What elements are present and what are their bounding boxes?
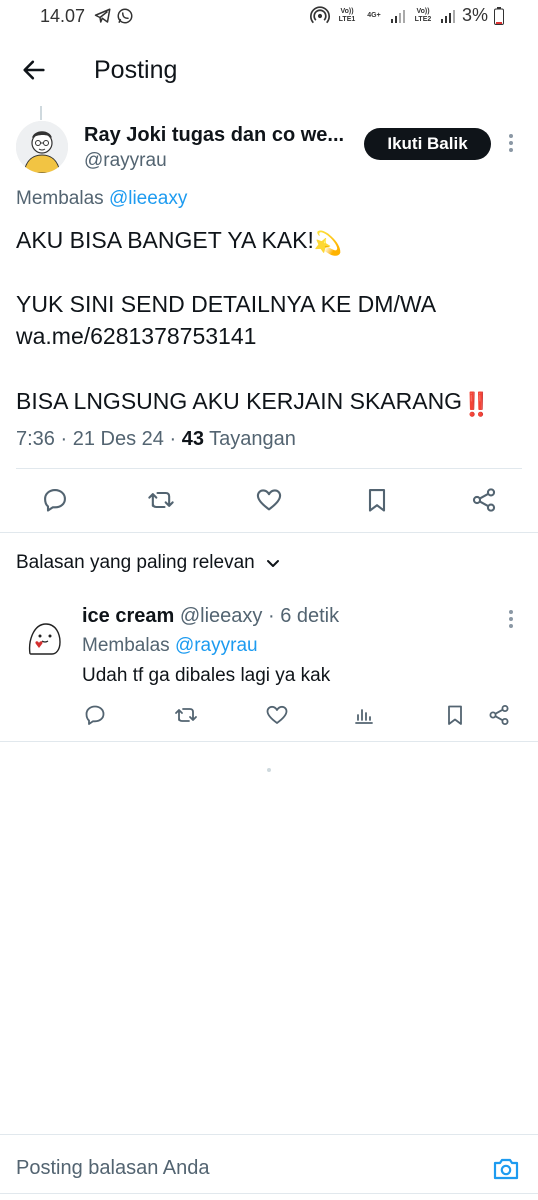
like-button[interactable] — [265, 703, 289, 727]
author-avatar-illustration — [16, 121, 68, 173]
chevron-down-icon — [266, 560, 279, 567]
reply-icon — [44, 489, 66, 512]
hotspot-icon — [310, 5, 330, 23]
avatar[interactable] — [16, 121, 68, 173]
double-exclamation-emoji-icon: ‼️ — [462, 391, 491, 417]
views-button[interactable] — [352, 703, 376, 727]
more-vertical-icon — [509, 610, 513, 628]
reply-avatar-illustration — [22, 614, 68, 660]
like-icon — [266, 705, 288, 724]
share-icon — [489, 705, 509, 725]
signal-icon — [390, 9, 405, 23]
repost-button[interactable] — [147, 486, 175, 514]
reply-compose-input[interactable]: Posting balasan Anda — [16, 1157, 210, 1180]
repost-button[interactable] — [174, 703, 198, 727]
top-app-bar: Posting — [0, 34, 538, 106]
like-icon — [256, 489, 282, 511]
more-options-button[interactable] — [502, 130, 520, 156]
divider — [0, 532, 538, 533]
bookmark-button[interactable] — [363, 486, 391, 514]
post-action-bar — [0, 486, 538, 516]
reply-icon — [85, 705, 105, 725]
author-handle[interactable]: @rayyrau — [84, 150, 167, 172]
replying-to-handle-link[interactable]: @rayyrau — [175, 635, 258, 656]
meta-separator: · — [169, 428, 177, 450]
page-title: Posting — [94, 56, 178, 84]
post-text: BISA LNGSUNG AKU KERJAIN SKARANG — [16, 388, 463, 414]
bookmark-icon — [448, 705, 462, 725]
telegram-icon — [94, 8, 111, 23]
post-meta: 7:36 · 21 Des 24 · 43 Tayangan — [16, 428, 296, 451]
status-bar: 14.07 Vo)) LTE1 4G+ Vo)) LTE2 3% — [0, 0, 538, 34]
replying-to-handle-link[interactable]: @lieeaxy — [109, 188, 187, 209]
follow-back-button[interactable]: Ikuti Balik — [364, 128, 491, 160]
reply-button[interactable] — [83, 703, 107, 727]
dizzy-emoji-icon: 💫 — [313, 230, 343, 256]
reply-replying-to: Membalas @rayyrau — [82, 635, 258, 657]
share-icon — [472, 488, 496, 512]
net-label-sim1: Vo)) LTE1 — [338, 7, 356, 23]
loading-indicator — [267, 768, 271, 772]
arrow-left-icon — [23, 60, 45, 80]
post-text: AKU BISA BANGET YA KAK! — [16, 227, 314, 253]
reply-more-options-button[interactable] — [502, 607, 520, 631]
whatsapp-icon — [117, 8, 133, 24]
reply-button[interactable] — [41, 486, 69, 514]
reply-time: · 6 detik — [267, 605, 340, 627]
battery-percent: 3% — [461, 5, 488, 25]
bookmark-icon — [368, 489, 386, 512]
post-date[interactable]: 21 Des 24 — [73, 428, 164, 450]
analytics-icon — [355, 709, 373, 724]
meta-separator: · — [60, 428, 68, 450]
replies-sort-label: Balasan yang paling relevan — [16, 552, 255, 573]
net-label-sim2: Vo)) LTE2 — [414, 7, 432, 23]
more-vertical-icon — [509, 134, 513, 152]
replying-to: Membalas @lieeaxy — [16, 188, 187, 210]
views-count: 43 — [181, 428, 204, 450]
camera-button[interactable] — [492, 1156, 520, 1182]
bookmark-button[interactable] — [443, 703, 467, 727]
status-notification-icons — [94, 7, 134, 25]
like-button[interactable] — [255, 486, 283, 514]
post-text-line-3: BISA LNGSUNG AKU KERJAIN SKARANG‼️ — [16, 388, 491, 418]
replying-to-prefix: Membalas — [16, 188, 104, 209]
replies-sort-dropdown[interactable]: Balasan yang paling relevan — [16, 552, 281, 574]
avatar[interactable] — [22, 614, 68, 660]
net-label-4g: 4G+ — [367, 11, 381, 19]
post-time[interactable]: 7:36 — [16, 428, 55, 450]
reply-author-name[interactable]: ice cream — [82, 605, 174, 627]
divider — [0, 1193, 538, 1194]
battery-icon — [494, 6, 504, 25]
status-time: 14.07 — [40, 6, 86, 26]
divider — [16, 468, 522, 469]
post-text-line-2: YUK SINI SEND DETAILNYA KE DM/WA — [16, 291, 437, 317]
reply-compose-bar: Posting balasan Anda — [0, 1135, 538, 1200]
post-wa-link[interactable]: wa.me/6281378753141 — [16, 323, 256, 350]
retweet-icon — [148, 491, 174, 509]
post-author-row: Ray Joki tugas dan co we... @rayyrau Iku… — [0, 118, 538, 182]
divider — [0, 741, 538, 742]
author-display-name[interactable]: Ray Joki tugas dan co we... — [84, 124, 344, 147]
post-text-line-1: AKU BISA BANGET YA KAK!💫 — [16, 227, 343, 257]
replying-to-prefix: Membalas — [82, 635, 170, 656]
reply-text: Udah tf ga dibales lagi ya kak — [82, 665, 331, 686]
back-button[interactable] — [20, 56, 52, 84]
share-button[interactable] — [470, 486, 498, 514]
camera-icon — [493, 1158, 519, 1180]
share-button[interactable] — [487, 703, 511, 727]
reply-header: ice cream @lieeaxy · 6 detik — [82, 605, 339, 628]
reply-action-bar — [0, 703, 538, 729]
reply-author-handle[interactable]: @lieeaxy — [180, 605, 263, 627]
retweet-icon — [175, 708, 197, 722]
views-label: Tayangan — [209, 428, 296, 450]
status-system-icons: Vo)) LTE1 4G+ Vo)) LTE2 3% — [310, 5, 504, 26]
signal-icon — [440, 9, 455, 23]
